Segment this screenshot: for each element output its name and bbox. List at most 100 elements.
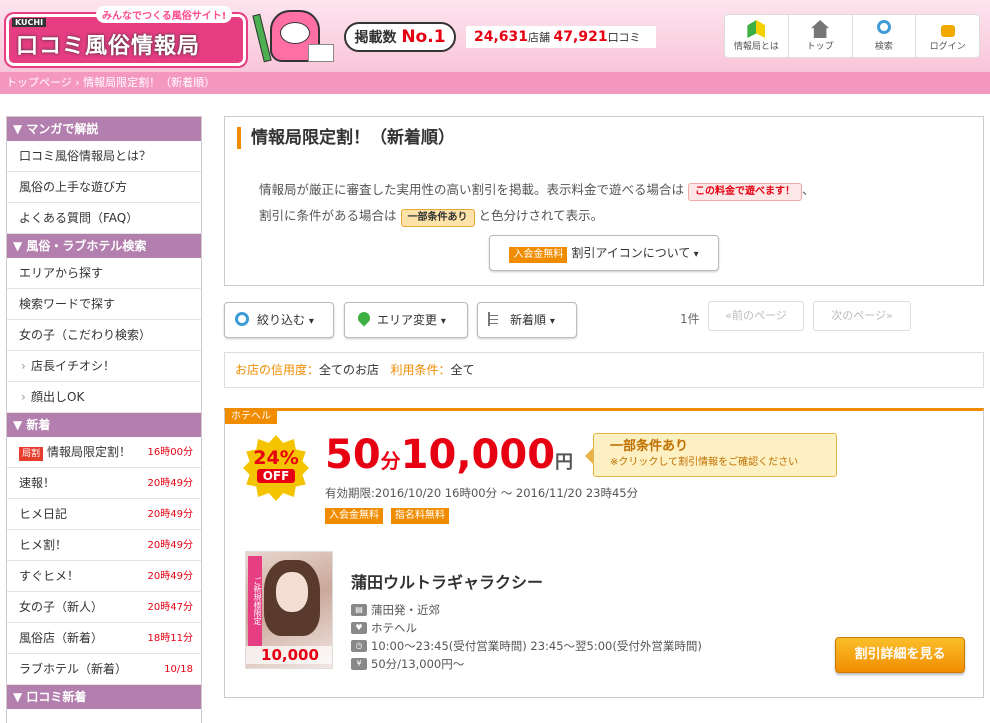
sidebar-item-label: 女の子（新人）	[19, 600, 104, 614]
minutes: 50	[325, 432, 381, 478]
sidebar: ▼ マンガで解説 口コミ風俗情報局とは？ 風俗の上手な遊び方 よくある質問（FA…	[6, 116, 202, 723]
nav-login-label: ログイン	[929, 42, 966, 52]
nav-about-label: 情報局とは	[733, 42, 779, 52]
sidebar-item-time: 20時49分	[147, 478, 193, 489]
logo-tagline: みんなでつくる風俗サイト!	[96, 6, 233, 23]
sidebar-item-label: すぐヒメ！	[19, 569, 80, 583]
sidebar-item-new-hotels[interactable]: ラブホテル（新着） 10/18	[7, 654, 201, 685]
search-icon	[235, 312, 249, 326]
narrow-button[interactable]: 絞り込む	[224, 302, 334, 338]
minutes-unit: 分	[380, 449, 401, 473]
shop-photo[interactable]: ご新規様限定 10,000	[245, 551, 333, 669]
intro-line2b: と色分けされて表示。	[478, 208, 604, 223]
sidebar-item-label: ラブホテル（新着）	[19, 662, 128, 676]
sidebar-item-keyword[interactable]: 検索ワードで探す	[7, 289, 201, 320]
discount-detail-button[interactable]: 割引詳細を見る	[835, 637, 965, 673]
sidebar-item-time: 20時49分	[147, 540, 193, 551]
yen-icon: ¥	[351, 658, 367, 670]
kyokuwari-tag: 局割	[19, 447, 44, 461]
result-count: 1件	[680, 312, 700, 326]
discount-percent: 24%	[253, 447, 299, 469]
intro-panel: 情報局限定割！（新着順） 情報局が厳正に審査した実用性の高い割引を掲載。表示料金…	[224, 116, 984, 286]
credit-value: 全てのお店	[319, 363, 380, 377]
sidebar-item-about[interactable]: 口コミ風俗情報局とは？	[7, 141, 201, 172]
sidebar-item-area[interactable]: エリアから探す	[7, 258, 201, 289]
sidebar-item-time: 18時11分	[147, 633, 193, 644]
sidebar-item-label: ヒメ日記	[19, 507, 68, 521]
sidebar-item-manager-pick[interactable]: 店長イチオシ！	[7, 351, 201, 382]
nav-search[interactable]: 検索	[853, 15, 917, 57]
shop-unit: 店舗	[528, 31, 551, 44]
nav-search-label: 検索	[874, 42, 893, 52]
page-title: 情報局限定割！（新着順）	[237, 127, 455, 149]
logo-text: 口コミ風俗情報局	[16, 34, 201, 59]
sidebar-item-face-ok[interactable]: 顔出しOK	[7, 382, 201, 413]
nav-top[interactable]: トップ	[789, 15, 853, 57]
breadcrumb[interactable]: トップページ › 情報局限定割！（新着順）	[0, 72, 990, 94]
logo-kuchi: KUCHI	[12, 18, 47, 27]
sidebar-item-hime-diary[interactable]: ヒメ日記 20時49分	[7, 499, 201, 530]
sidebar-item-limited-discount[interactable]: 局割 情報局限定割！ 16時00分	[7, 437, 201, 468]
category-tag: ホテヘル	[225, 410, 277, 424]
info-hours: ◷ 10:00～23:45(受付営業時間) 23:45～翌5:00(受付外営業時間…	[351, 637, 702, 655]
clock-icon: ◷	[351, 640, 367, 652]
shop-info: ▤ 蒲田発・近郊 ♥ ホテヘル ◷ 10:00～23:45(受付営業時間) 23:45…	[351, 601, 702, 673]
filter-bar: 絞り込む エリア変更 新着順 1件 «前のページ 次のページ»	[224, 301, 984, 338]
sidebar-heading-search: ▼ 風俗・ラブホテル検索	[7, 234, 201, 258]
condition-bar[interactable]: お店の信用度：全てのお店 利用条件：全て	[224, 352, 984, 388]
discount-icon-dropdown[interactable]: 入会金無料 割引アイコンについて	[489, 235, 719, 271]
condition-pill: 一部条件あり	[400, 209, 475, 227]
narrow-label: 絞り込む	[257, 313, 306, 327]
review-count: 47,921	[553, 29, 608, 45]
pencil-icon	[252, 13, 272, 63]
sidebar-item-how-to[interactable]: 風俗の上手な遊び方	[7, 172, 201, 203]
price: 50分10,000円	[325, 433, 573, 486]
area-change-button[interactable]: エリア変更	[344, 302, 468, 338]
mascot-face	[280, 22, 310, 44]
shop-name[interactable]: 蒲田ウルトラギャラクシー	[351, 569, 543, 593]
intro-line1-end: 、	[802, 182, 815, 197]
intro-line2a: 割引に条件がある場合は	[259, 208, 397, 223]
usage-value: 全て	[450, 363, 475, 377]
info-fee: ¥50分/13,000円～	[351, 655, 702, 673]
sidebar-item-new-girls[interactable]: 女の子（新人） 20時47分	[7, 592, 201, 623]
sidebar-heading-new: ▼ 新着	[7, 413, 201, 437]
card-tags: 入会金無料 指名料無料	[325, 507, 453, 524]
nav-login[interactable]: ログイン	[916, 15, 979, 57]
sidebar-item-time: 20時49分	[147, 509, 193, 520]
condition-notice[interactable]: 一部条件あり ※クリックして割引情報をご確認ください	[585, 433, 837, 477]
beginner-leaf-icon	[747, 20, 766, 38]
sidebar-item-breaking[interactable]: 速報！ 20時49分	[7, 468, 201, 499]
home-icon	[811, 20, 830, 38]
listing-value: No.1	[401, 27, 446, 47]
sidebar-item-hime-discount[interactable]: ヒメ割！ 20時49分	[7, 530, 201, 561]
full-price-pill: この料金で遊べます！	[688, 183, 802, 201]
header-nav: 情報局とは トップ 検索 ログイン	[724, 14, 980, 58]
prev-page-button[interactable]: «前のページ	[708, 301, 804, 331]
sort-button[interactable]: 新着順	[477, 302, 577, 338]
heart-icon: ♥	[351, 622, 367, 634]
sort-icon	[488, 312, 498, 326]
listing-label: 掲載数	[354, 30, 397, 46]
search-icon	[876, 20, 891, 34]
info-genre: ♥ ホテヘル	[351, 619, 702, 637]
photo-price: 10,000	[246, 646, 332, 664]
discount-card[interactable]: ホテヘル 24% OFF 50分10,000円 一部条件あり ※クリックして割引…	[224, 408, 984, 698]
sidebar-item-label: ヒメ割！	[19, 538, 68, 552]
intro-line1: 情報局が厳正に審査した実用性の高い割引を掲載。表示料金で遊べる場合は	[259, 182, 685, 197]
sidebar-item-new-shops[interactable]: 風俗店（新着） 18時11分	[7, 623, 201, 654]
photo-face	[276, 572, 308, 612]
sidebar-item-label: 情報局限定割！	[47, 445, 132, 459]
nomination-free-tag: 指名料無料	[390, 508, 449, 524]
sidebar-item-time: 20時47分	[147, 602, 193, 613]
sidebar-item-time: 20時49分	[147, 571, 193, 582]
sidebar-item-sugu-hime[interactable]: すぐヒメ！ 20時49分	[7, 561, 201, 592]
sidebar-item-label: 風俗店（新着）	[19, 631, 104, 645]
sidebar-item-faq[interactable]: よくある質問（FAQ）	[7, 203, 201, 234]
sidebar-heading-manga: ▼ マンガで解説	[7, 117, 201, 141]
review-unit: 口コミ	[607, 31, 641, 44]
sidebar-item-girls[interactable]: 女の子（こだわり検索）	[7, 320, 201, 351]
area-icon: ▤	[351, 604, 367, 616]
next-page-button[interactable]: 次のページ»	[813, 301, 911, 331]
nav-about[interactable]: 情報局とは	[725, 15, 789, 57]
